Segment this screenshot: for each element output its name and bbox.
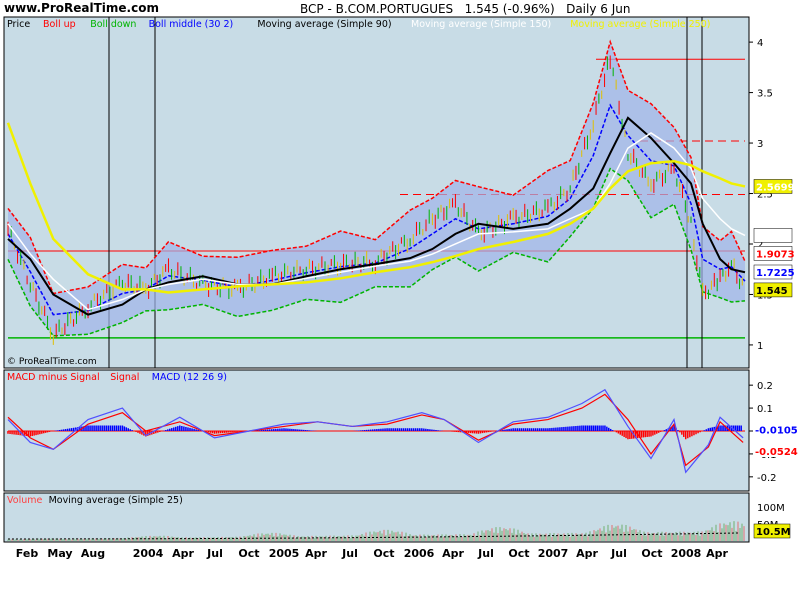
x-axis-label: 2007	[538, 547, 569, 560]
price-axis-label: 3	[757, 139, 763, 150]
macd-legend-item: MACD (12 26 9)	[152, 372, 227, 383]
macd-legend-item: MACD minus Signal	[7, 372, 100, 383]
macd-value-label: -0.0524	[755, 447, 798, 458]
x-axis-label: Jul	[206, 547, 223, 560]
price-legend-item: Boll middle (30 2)	[149, 19, 234, 30]
volume-legend-item: Moving average (Simple 25)	[49, 495, 183, 506]
price-axis-label: 3.5	[757, 89, 773, 100]
price-value-label: 2.085	[756, 231, 788, 242]
x-axis-label: Oct	[238, 547, 259, 560]
x-axis-label: 2004	[133, 547, 164, 560]
x-axis-label: Aug	[81, 547, 105, 560]
price-value-label: 2.5699	[756, 182, 795, 193]
x-axis-label: Jul	[610, 547, 627, 560]
volume-value-label: 10.5M	[756, 527, 791, 538]
price-value-label: 1.9073	[756, 249, 795, 260]
volume-legend-item: Volume	[7, 495, 42, 506]
price-legend-item: Moving average (Simple 90)	[257, 19, 391, 30]
price-legend-item: Boll up	[43, 19, 76, 30]
macd-axis-label: 0.1	[757, 404, 773, 415]
x-axis-label: Oct	[508, 547, 529, 560]
price-legend-item: Moving average (Simple 150)	[411, 19, 551, 30]
macd-axis-label: -0.2	[757, 473, 777, 484]
x-axis-label: Apr	[305, 547, 327, 560]
x-axis-label: Jul	[341, 547, 358, 560]
price-value-label: 1.545	[756, 286, 788, 297]
price-legend-item: Moving average (Simple 250)	[570, 19, 710, 30]
x-axis-label: Oct	[373, 547, 394, 560]
price-legend-item: Price	[7, 19, 30, 30]
x-axis-label: May	[47, 547, 72, 560]
x-axis-label: 2008	[671, 547, 702, 560]
x-axis-label: Apr	[172, 547, 194, 560]
x-axis-label: Oct	[641, 547, 662, 560]
price-legend-item: Boll down	[90, 19, 136, 30]
price-value-label: 1.7225	[756, 268, 795, 279]
price-axis-label: 1	[757, 341, 763, 352]
macd-legend-item: Signal	[110, 372, 139, 383]
x-axis-label: Apr	[442, 547, 464, 560]
x-axis-label: Apr	[576, 547, 598, 560]
x-axis-label: 2006	[404, 547, 435, 560]
volume-axis-label: 100M	[757, 503, 785, 514]
x-axis-label: Jul	[477, 547, 494, 560]
macd-value-label: -0.0105	[755, 425, 798, 436]
price-axis-label: 4	[757, 38, 763, 49]
copyright-label: © ProRealTime.com	[7, 357, 97, 367]
chart-canvas[interactable]: 43.532.521.512.56992.0851.90731.72251.54…	[0, 0, 800, 600]
x-axis-label: Feb	[16, 547, 39, 560]
macd-axis-label: 0.2	[757, 381, 773, 392]
x-axis-label: Apr	[706, 547, 728, 560]
x-axis-label: 2005	[269, 547, 300, 560]
